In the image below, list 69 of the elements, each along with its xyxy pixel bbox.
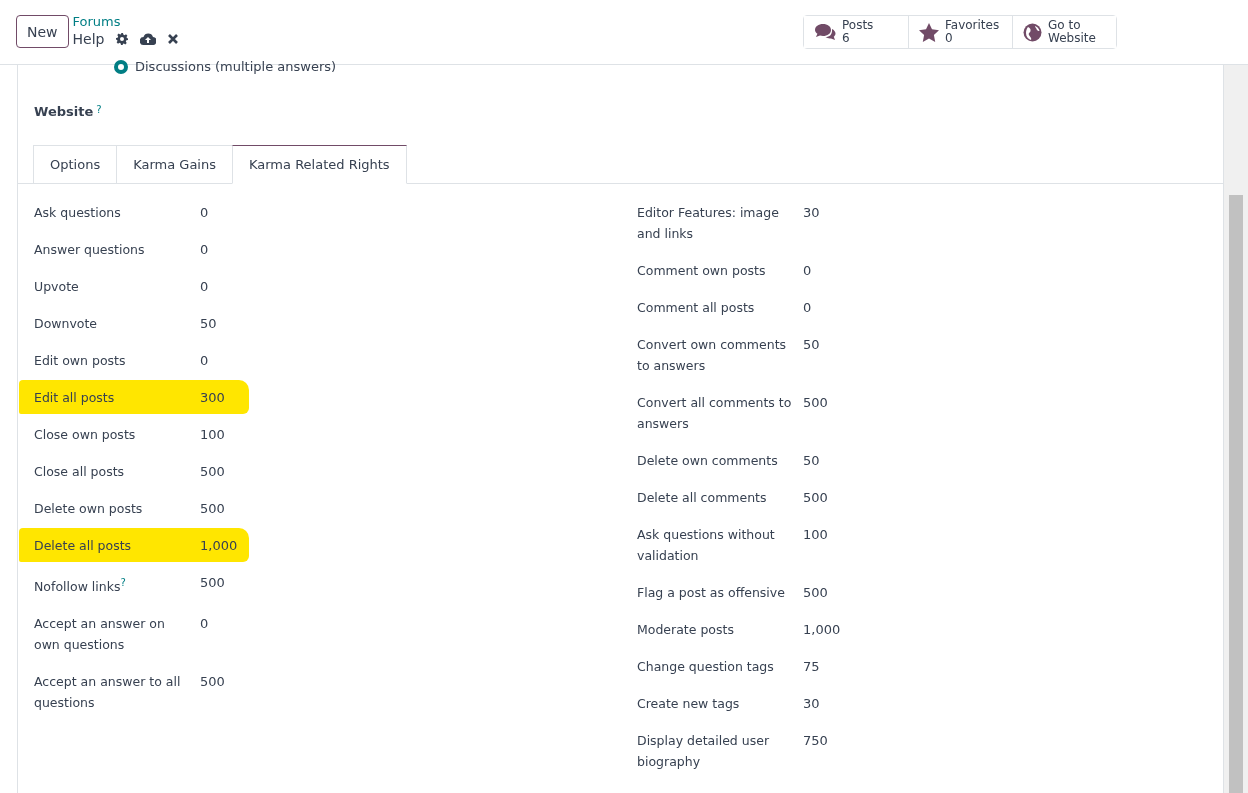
radio-button[interactable] xyxy=(114,59,128,74)
field-value[interactable]: 30 xyxy=(803,202,1223,244)
cloud-upload-icon[interactable] xyxy=(140,33,157,45)
star-icon xyxy=(919,22,939,42)
field-value[interactable]: 0 xyxy=(200,202,637,223)
help-mark[interactable]: ? xyxy=(96,104,102,115)
record-title: Help xyxy=(72,30,105,48)
stat-button[interactable]: Go to Website xyxy=(1012,16,1116,48)
field-label: Downvote xyxy=(34,315,99,333)
field-label: Ask questions without validation xyxy=(637,526,776,565)
field-value[interactable]: 50 xyxy=(803,450,1223,471)
field-label: Convert all comments to answers xyxy=(637,394,793,433)
field-value[interactable]: 500 xyxy=(803,392,1223,434)
field-label: Delete own comments xyxy=(637,452,779,470)
tab[interactable]: Karma Related Rights xyxy=(232,145,407,184)
field-label: Accept an answer on own questions xyxy=(34,615,166,655)
field-label: Nofollow links$^{?}$ xyxy=(34,576,127,597)
field-value[interactable]: 500 xyxy=(803,582,1223,603)
field-value[interactable]: 500 xyxy=(200,671,637,714)
field-label: Accept an answer to all questions xyxy=(34,673,182,713)
field-value[interactable]: 1,000 xyxy=(803,619,1223,640)
field-value[interactable]: 100 xyxy=(200,424,637,445)
breadcrumb-link[interactable]: Forums xyxy=(72,14,179,30)
field-label: Comment own posts xyxy=(637,262,767,280)
close-icon[interactable] xyxy=(168,34,179,44)
field-label: Moderate posts xyxy=(637,621,735,639)
field-label: Flag a post as offensive xyxy=(637,584,786,602)
chat-bubbles-icon xyxy=(814,23,836,41)
field-value[interactable]: 0 xyxy=(200,350,637,371)
field-label: Website xyxy=(34,104,94,119)
field-label: Editor Features: image and links xyxy=(637,204,780,243)
radio-label: Discussions (multiple answers) xyxy=(135,59,337,74)
field-label: Answer questions xyxy=(34,241,146,259)
field-label: Delete all posts xyxy=(34,537,133,555)
field-value[interactable]: 30 xyxy=(803,693,1223,714)
field-value[interactable]: 300 xyxy=(200,387,637,408)
field-label: Convert own comments to answers xyxy=(637,336,788,375)
field-label: Close all posts xyxy=(34,463,126,481)
field-value[interactable]: 0 xyxy=(803,260,1223,281)
field-value[interactable]: 100 xyxy=(803,524,1223,566)
field-value[interactable]: 500 xyxy=(200,461,637,482)
field-label: Display detailed user biography xyxy=(637,732,771,771)
field-value[interactable]: 50 xyxy=(200,313,637,334)
field-value[interactable]: 1,000 xyxy=(200,535,637,556)
field-value[interactable]: 75 xyxy=(803,656,1223,677)
field-value[interactable]: 500 xyxy=(803,487,1223,508)
field-value[interactable]: 0 xyxy=(803,297,1223,318)
field-value[interactable]: 500 xyxy=(200,572,637,598)
new-button[interactable]: New xyxy=(16,15,69,48)
field-value[interactable]: 750 xyxy=(803,730,1223,772)
field-label: Create new tags xyxy=(637,695,741,713)
field-label: Delete own posts xyxy=(34,500,144,518)
field-value[interactable]: 0 xyxy=(200,613,637,656)
scrollbar[interactable] xyxy=(1224,65,1248,793)
field-value[interactable]: 0 xyxy=(200,276,637,297)
field-label: Edit own posts xyxy=(34,352,127,370)
tab[interactable]: Options xyxy=(33,145,118,184)
field-label: Upvote xyxy=(34,278,80,296)
field-label: Change question tags xyxy=(637,658,775,676)
field-label: Comment all posts xyxy=(637,299,756,317)
field-value[interactable]: 0 xyxy=(200,239,637,260)
field-label: Delete all comments xyxy=(637,489,768,507)
field-value[interactable]: 500 xyxy=(200,498,637,519)
field-value[interactable]: 50 xyxy=(803,334,1223,376)
field-label: Close own posts xyxy=(34,426,137,444)
field-label: Ask questions xyxy=(34,204,122,222)
field-label: Edit all posts xyxy=(34,389,116,407)
globe-icon xyxy=(1023,22,1042,42)
settings-icon[interactable] xyxy=(116,33,129,45)
